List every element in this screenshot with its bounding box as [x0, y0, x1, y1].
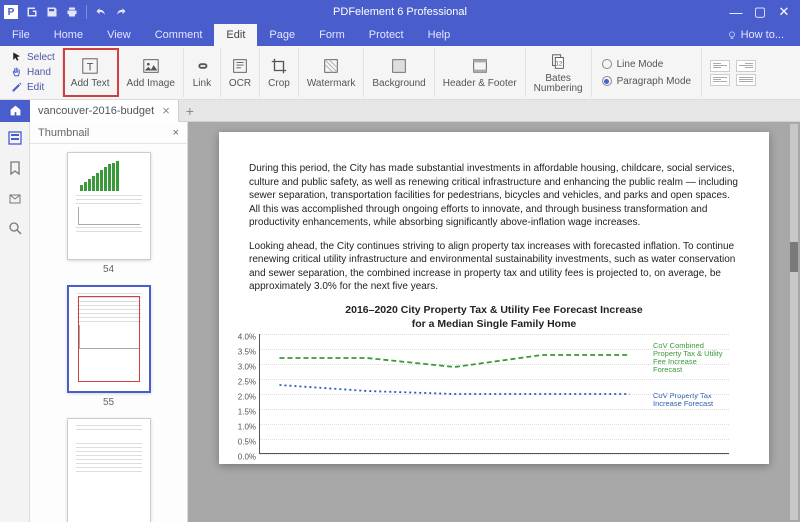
svg-text:12: 12	[556, 60, 564, 67]
menu-help[interactable]: Help	[416, 24, 463, 46]
ribbon-group-cursor: Select Hand Edit	[4, 48, 63, 97]
link-button[interactable]: Link	[184, 48, 221, 97]
menu-comment[interactable]: Comment	[143, 24, 215, 46]
scrollbar-thumb[interactable]	[790, 242, 798, 272]
line-mode-radio[interactable]: Line Mode	[602, 59, 692, 70]
thumbnails-icon[interactable]	[7, 130, 23, 146]
chart-plot: CoV Combined Property Tax & Utility Fee …	[259, 334, 729, 454]
paragraph-2: Looking ahead, the City continues strivi…	[249, 240, 739, 294]
edit-tool[interactable]: Edit	[8, 80, 58, 94]
menu-form[interactable]: Form	[307, 24, 357, 46]
svg-text:T: T	[87, 62, 94, 74]
align-option-2[interactable]	[710, 74, 730, 86]
paragraph-mode-radio[interactable]: Paragraph Mode	[602, 76, 692, 87]
close-button[interactable]: ✕	[772, 0, 796, 24]
header-footer-button[interactable]: Header & Footer	[435, 48, 526, 97]
align-option-3[interactable]	[736, 60, 756, 72]
bates-icon: 12	[548, 52, 568, 72]
app-title: PDFelement 6 Professional	[333, 6, 467, 18]
qat-separator	[86, 5, 87, 19]
page-view: During this period, the City has made su…	[219, 132, 769, 464]
main-area: Thumbnail × 54 55	[0, 122, 800, 522]
align-option-1[interactable]	[710, 60, 730, 72]
bookmark-icon[interactable]	[7, 160, 23, 176]
chart-legend-green: CoV Combined Property Tax & Utility Fee …	[653, 342, 727, 375]
minimize-button[interactable]: —	[724, 0, 748, 24]
add-image-icon	[141, 56, 161, 76]
how-to-link[interactable]: How to...	[727, 24, 800, 46]
maximize-button[interactable]: ▢	[748, 0, 772, 24]
qat-undo-icon[interactable]	[94, 5, 108, 19]
search-icon[interactable]	[7, 220, 23, 236]
title-bar: P PDFelement 6 Professional — ▢ ✕	[0, 0, 800, 24]
qat-open-icon[interactable]	[25, 5, 39, 19]
watermark-icon	[321, 56, 341, 76]
thumbnail-54[interactable]: 54	[67, 152, 151, 275]
home-tab-button[interactable]	[0, 100, 30, 122]
ocr-button[interactable]: OCR	[221, 48, 260, 97]
document-workarea[interactable]: During this period, the City has made su…	[188, 122, 800, 522]
watermark-button[interactable]: Watermark	[299, 48, 365, 97]
chart-title-line1: 2016–2020 City Property Tax & Utility Fe…	[249, 304, 739, 316]
thumbnail-panel-header: Thumbnail ×	[30, 122, 187, 144]
left-rail	[0, 122, 30, 522]
ribbon-toolbar: Select Hand Edit T Add Text Add Image Li…	[0, 46, 800, 100]
document-tab[interactable]: vancouver-2016-budget ×	[30, 100, 179, 122]
background-button[interactable]: Background	[364, 48, 434, 97]
add-image-button[interactable]: Add Image	[119, 48, 184, 97]
crop-button[interactable]: Crop	[260, 48, 299, 97]
align-option-4[interactable]	[736, 74, 756, 86]
qat-save-icon[interactable]	[45, 5, 59, 19]
menu-edit[interactable]: Edit	[214, 24, 257, 46]
lightbulb-icon	[727, 30, 737, 40]
thumbnail-56[interactable]: 56	[67, 418, 151, 522]
crop-icon	[269, 56, 289, 76]
background-icon	[389, 56, 409, 76]
app-logo-icon: P	[4, 5, 18, 19]
attachments-icon[interactable]	[7, 190, 23, 206]
hand-tool[interactable]: Hand	[8, 65, 58, 79]
menu-page[interactable]: Page	[257, 24, 307, 46]
chart-title-line2: for a Median Single Family Home	[249, 318, 739, 330]
thumbnail-list: 54 55 56	[30, 144, 187, 522]
menu-file[interactable]: File	[0, 24, 42, 46]
link-icon	[192, 56, 212, 76]
select-tool[interactable]: Select	[8, 50, 58, 64]
header-footer-icon	[470, 56, 490, 76]
thumbnail-panel: Thumbnail × 54 55	[30, 122, 188, 522]
panel-close-icon[interactable]: ×	[173, 127, 179, 139]
align-group	[702, 48, 764, 97]
menu-home[interactable]: Home	[42, 24, 95, 46]
add-tab-button[interactable]: +	[179, 103, 201, 119]
scrollbar-track[interactable]	[790, 124, 798, 520]
menu-bar: File Home View Comment Edit Page Form Pr…	[0, 24, 800, 46]
ocr-icon	[230, 56, 250, 76]
bates-button[interactable]: 12 Bates Numbering	[526, 48, 592, 97]
tab-close-icon[interactable]: ×	[162, 103, 170, 118]
qat-print-icon[interactable]	[65, 5, 79, 19]
tab-title: vancouver-2016-budget	[38, 105, 154, 117]
add-text-icon: T	[80, 56, 100, 76]
add-text-button[interactable]: T Add Text	[63, 48, 119, 97]
document-tab-bar: vancouver-2016-budget × +	[0, 100, 800, 122]
thumbnail-55[interactable]: 55	[67, 285, 151, 408]
paragraph-1: During this period, the City has made su…	[249, 162, 739, 230]
qat-redo-icon[interactable]	[114, 5, 128, 19]
menu-protect[interactable]: Protect	[357, 24, 416, 46]
mode-group: Line Mode Paragraph Mode	[592, 48, 703, 97]
menu-view[interactable]: View	[95, 24, 143, 46]
